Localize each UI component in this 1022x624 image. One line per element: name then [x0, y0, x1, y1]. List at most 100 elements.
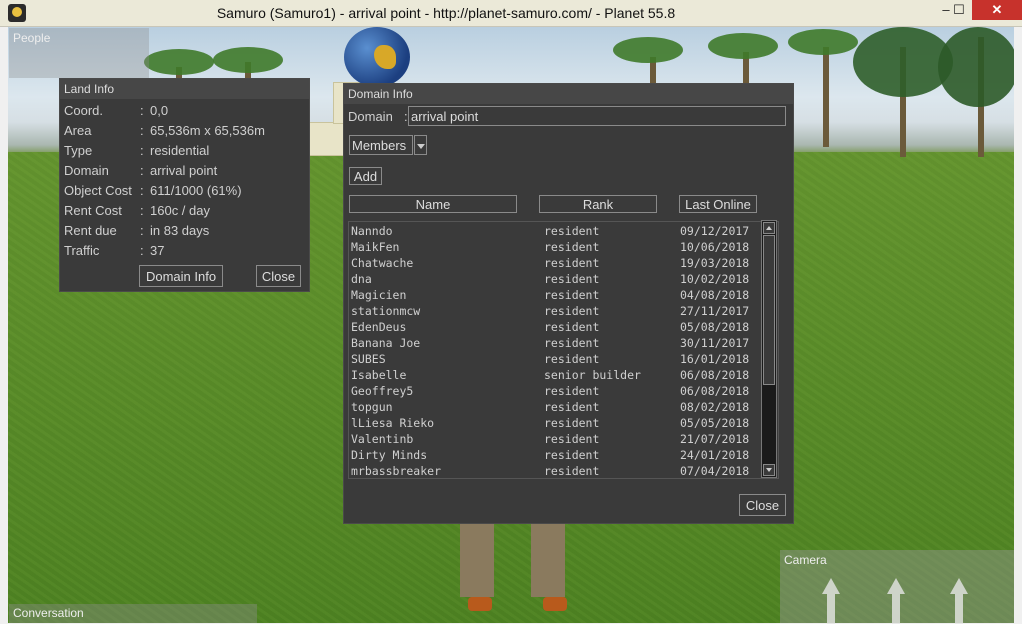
add-member-button[interactable]: Add: [349, 167, 382, 185]
member-name: Banana Joe: [351, 336, 421, 350]
domain-info-title[interactable]: Domain Info: [344, 84, 793, 104]
camera-rise-arrow-icon[interactable]: [950, 578, 968, 594]
land-info-close-button[interactable]: Close: [256, 265, 301, 287]
close-window-button[interactable]: ✕: [972, 0, 1022, 20]
member-name: mrbassbreaker: [351, 464, 442, 478]
domain-info-close-button[interactable]: Close: [739, 494, 786, 516]
avatar-shoe: [468, 597, 492, 611]
member-name: MaikFen: [351, 240, 400, 254]
land-info-key: Coord.: [64, 103, 104, 118]
member-rank: senior builder: [544, 368, 641, 382]
member-last-online: 10/06/2018: [680, 240, 750, 254]
land-info-colon: :: [140, 143, 144, 158]
member-last-online: 06/08/2018: [680, 384, 750, 398]
land-info-value: in 83 days: [150, 223, 210, 238]
camera-forward-arrow-icon[interactable]: [827, 594, 835, 624]
camera-up-arrow-icon[interactable]: [887, 578, 905, 594]
scroll-up-arrow-icon[interactable]: [763, 222, 775, 234]
member-rank: resident: [544, 464, 600, 478]
domain-info-panel: Domain Info Domain : arrival point Membe…: [343, 83, 794, 524]
members-list[interactable]: Nanndo resident 09/12/2017 MaikFen resident 1…: [348, 221, 779, 479]
member-rank: resident: [544, 448, 600, 462]
member-rank: resident: [544, 400, 600, 414]
domain-field[interactable]: arrival point: [408, 106, 786, 126]
scroll-down-arrow-icon[interactable]: [763, 464, 775, 476]
member-rank: resident: [544, 256, 600, 270]
member-rank: resident: [544, 288, 600, 302]
conversation-panel[interactable]: Conversation: [9, 604, 257, 623]
land-info-key: Traffic: [64, 243, 100, 258]
member-rank: resident: [544, 384, 600, 398]
land-info-title[interactable]: Land Info: [60, 79, 309, 99]
member-name: Valentinb: [351, 432, 414, 446]
member-name: topgun: [351, 400, 393, 414]
people-label: People: [13, 31, 51, 45]
member-last-online: 27/11/2017: [680, 304, 750, 318]
member-rank: resident: [544, 224, 600, 238]
land-info-colon: :: [140, 103, 144, 118]
member-last-online: 05/08/2018: [680, 320, 750, 334]
member-rank: resident: [544, 336, 600, 350]
member-name: SUBES: [351, 352, 386, 366]
palm-tree-leaves: [708, 33, 778, 59]
land-info-value: 0,0: [150, 103, 169, 118]
land-info-key: Area: [64, 123, 92, 138]
palm-tree-leaves: [788, 29, 858, 55]
scroll-thumb[interactable]: [763, 235, 775, 385]
chevron-down-icon[interactable]: [414, 135, 427, 155]
member-name: EdenDeus: [351, 320, 407, 334]
member-rank: resident: [544, 240, 600, 254]
globe-icon[interactable]: [344, 27, 410, 87]
member-last-online: 08/02/2018: [680, 400, 750, 414]
maximize-button[interactable]: ☐: [946, 0, 972, 20]
land-info-key: Rent Cost: [64, 203, 122, 218]
avatar-leg: [460, 522, 494, 597]
member-name: Dirty Minds: [351, 448, 428, 462]
domain-info-button[interactable]: Domain Info: [139, 265, 223, 287]
palm-tree-trunk: [823, 47, 829, 147]
member-rank: resident: [544, 320, 600, 334]
palm-tree-leaves: [144, 49, 214, 75]
land-info-value: 611/1000 (61%): [150, 183, 242, 198]
member-last-online: 30/11/2017: [680, 336, 750, 350]
land-info-value: residential: [150, 143, 210, 158]
land-info-colon: :: [140, 183, 144, 198]
member-last-online: 09/12/2017: [680, 224, 750, 238]
camera-forward-arrow-icon[interactable]: [822, 578, 840, 594]
member-rank: resident: [544, 416, 600, 430]
land-info-colon: :: [140, 243, 144, 258]
member-last-online: 19/03/2018: [680, 256, 750, 270]
member-rank: resident: [544, 352, 600, 366]
member-name: lLiesa Rieko: [351, 416, 435, 430]
member-name: Chatwache: [351, 256, 414, 270]
land-info-key: Rent due: [64, 223, 117, 238]
member-last-online: 24/01/2018: [680, 448, 750, 462]
window-titlebar: Samuro (Samuro1) - arrival point - http:…: [0, 0, 1022, 27]
camera-up-arrow-icon[interactable]: [892, 594, 900, 624]
view-select[interactable]: Members: [349, 135, 413, 155]
column-header-last-online[interactable]: Last Online: [679, 195, 757, 213]
members-scrollbar[interactable]: [761, 220, 777, 478]
member-last-online: 16/01/2018: [680, 352, 750, 366]
camera-panel[interactable]: Camera: [780, 550, 1014, 624]
member-name: Isabelle: [351, 368, 407, 382]
land-info-value: 160c / day: [150, 203, 210, 218]
domain-label: Domain: [348, 109, 393, 124]
camera-rise-arrow-icon[interactable]: [955, 594, 963, 624]
land-info-colon: :: [140, 223, 144, 238]
member-last-online: 07/04/2018: [680, 464, 750, 478]
column-header-rank[interactable]: Rank: [539, 195, 657, 213]
member-last-online: 10/02/2018: [680, 272, 750, 286]
land-info-colon: :: [140, 163, 144, 178]
member-name: dna: [351, 272, 372, 286]
land-info-colon: :: [140, 123, 144, 138]
member-name: Nanndo: [351, 224, 393, 238]
land-info-value: 65,536m x 65,536m: [150, 123, 265, 138]
avatar-leg: [531, 522, 565, 597]
column-header-name[interactable]: Name: [349, 195, 517, 213]
member-name: Geoffrey5: [351, 384, 414, 398]
land-info-panel: Land Info Coord.:0,0 Area:65,536m x 65,53…: [59, 78, 310, 292]
palm-tree-leaves: [613, 37, 683, 63]
people-panel[interactable]: People: [9, 28, 149, 78]
land-info-key: Type: [64, 143, 93, 158]
